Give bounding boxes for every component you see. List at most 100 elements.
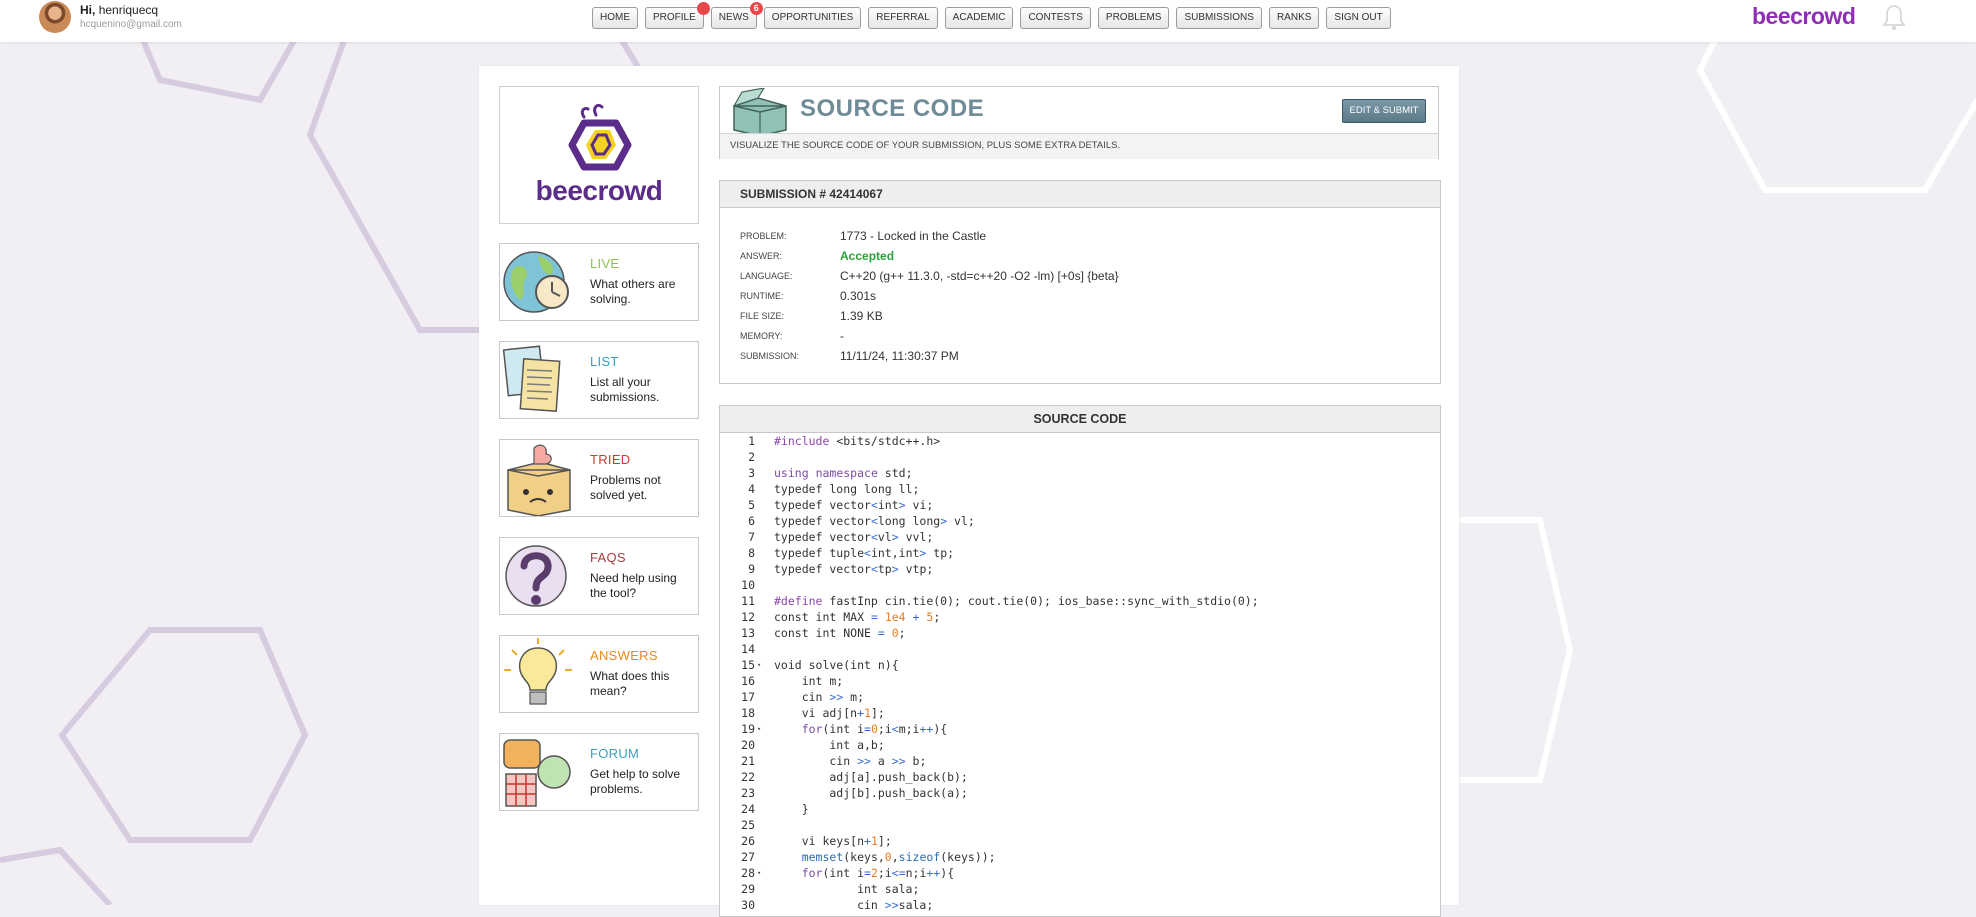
line-code: typedef long long ll; <box>774 482 920 496</box>
line-number: 27 <box>741 850 755 864</box>
user-greeting: Hi, henriquecq <box>80 3 158 17</box>
fold-arrow-icon[interactable]: ▾ <box>757 657 761 673</box>
line-code: #define fastInp cin.tie(0); cout.tie(0);… <box>774 594 1259 608</box>
nav-submissions-label: SUBMISSIONS <box>1184 12 1254 23</box>
sidebar-item-desc: What others are solving. <box>590 277 676 306</box>
detail-label: SUBMISSION: <box>740 351 800 361</box>
nav-home-button[interactable]: HOME <box>592 7 638 29</box>
sidebar-item-tried[interactable]: TRIED Problems not solved yet. <box>499 439 699 517</box>
detail-runtime: RUNTIME: 0.301s <box>740 286 1430 306</box>
code-line: 15 ▾ void solve(int n){ <box>720 657 1440 673</box>
sidebar-item-title: ANSWERS <box>590 648 658 663</box>
line-number: 20 <box>741 738 755 752</box>
fold-arrow-icon[interactable]: ▾ <box>757 865 761 881</box>
nav-profile-button[interactable]: PROFILE <box>645 2 710 29</box>
line-number: 30 <box>741 898 755 912</box>
nav-ranks-button[interactable]: RANKS <box>1268 7 1320 29</box>
line-code: cin >>sala; <box>774 898 934 912</box>
line-number: 11 <box>741 594 755 608</box>
line-code: const int NONE = 0; <box>774 626 906 640</box>
code-line: 3 using namespace std; <box>720 465 1440 481</box>
nav-signout-button[interactable]: SIGN OUT <box>1326 7 1391 29</box>
sidebar-item-answers[interactable]: ANSWERS What does this mean? <box>499 635 699 713</box>
line-number: 16 <box>741 674 755 688</box>
bell-icon[interactable] <box>1879 2 1909 32</box>
sidebar-item-title: TRIED <box>590 452 631 467</box>
code-box-icon <box>732 88 787 136</box>
detail-submission-time: SUBMISSION: 11/11/24, 11:30:37 PM <box>740 346 1430 366</box>
code-line: 14 <box>720 641 1440 657</box>
sidebar-item-title: FORUM <box>590 746 640 761</box>
line-number: 9 <box>748 562 755 576</box>
globe-clock-icon <box>503 251 569 313</box>
detail-label: MEMORY: <box>740 331 783 341</box>
code-line: 4 typedef long long ll; <box>720 481 1440 497</box>
line-code: cin >> a >> b; <box>774 754 927 768</box>
line-number: 19 <box>741 722 755 736</box>
line-number: 12 <box>741 610 755 624</box>
source-code-header: SOURCE CODE EDIT & SUBMIT VISUALIZE THE … <box>719 86 1439 159</box>
line-code: typedef vector<vl> vvl; <box>774 530 934 544</box>
code-line: 17 cin >> m; <box>720 689 1440 705</box>
sidebar-item-list[interactable]: LIST List all your submissions. <box>499 341 699 419</box>
top-bar: Hi, henriquecq hcquenino@gmail.com HOME … <box>0 0 1976 42</box>
detail-problem: PROBLEM: 1773 - Locked in the Castle <box>740 226 1430 246</box>
code-line: 8 typedef tuple<int,int> tp; <box>720 545 1440 561</box>
line-code: cin >> m; <box>774 690 865 704</box>
sidebar-item-desc: Need help using the tool? <box>590 571 677 600</box>
papers-icon <box>502 345 561 412</box>
detail-label: ANSWER: <box>740 251 783 261</box>
code-editor[interactable]: 1 #include <bits/stdc++.h> 2 3 using namespa… <box>720 433 1440 913</box>
nav-referral-button[interactable]: REFERRAL <box>868 7 938 29</box>
detail-language: LANGUAGE: C++20 (g++ 11.3.0, -std=c++20 … <box>740 266 1430 286</box>
nav-ranks-label: RANKS <box>1276 12 1312 23</box>
answer-status: Accepted <box>840 249 895 263</box>
code-line: 21 cin >> a >> b; <box>720 753 1440 769</box>
nav-problems-button[interactable]: PROBLEMS <box>1097 7 1170 29</box>
line-number: 3 <box>748 466 755 480</box>
avatar[interactable] <box>39 1 71 33</box>
code-line: 28 ▾ for(int i=2;i<=n;i++){ <box>720 865 1440 881</box>
line-code: void solve(int n){ <box>774 658 899 672</box>
nav-submissions-button[interactable]: SUBMISSIONS <box>1176 7 1262 29</box>
line-code: typedef vector<long long> vl; <box>774 514 975 528</box>
main-nav: HOME PROFILE NEWS 6 OPPORTUNITIES REFERRA… <box>592 2 1391 29</box>
code-line: 9 typedef vector<tp> vtp; <box>720 561 1440 577</box>
sidebar-item-faqs[interactable]: FAQS Need help using the tool? <box>499 537 699 615</box>
nav-opportunities-button[interactable]: OPPORTUNITIES <box>763 7 862 29</box>
edit-submit-button[interactable]: EDIT & SUBMIT <box>1342 99 1426 123</box>
code-line: 12 const int MAX = 1e4 + 5; <box>720 609 1440 625</box>
detail-label: PROBLEM: <box>740 231 787 241</box>
code-line: 6 typedef vector<long long> vl; <box>720 513 1440 529</box>
code-line: 16 int m; <box>720 673 1440 689</box>
code-line: 18 vi adj[n+1]; <box>720 705 1440 721</box>
source-code-heading: SOURCE CODE <box>720 406 1440 433</box>
nav-contests-button[interactable]: CONTESTS <box>1020 7 1091 29</box>
nav-news-button[interactable]: NEWS 6 <box>710 2 763 29</box>
line-number: 28 <box>741 866 755 880</box>
line-number: 17 <box>741 690 755 704</box>
lightbulb-icon <box>504 638 572 705</box>
sidebar-item-live[interactable]: LIVE What others are solving. <box>499 243 699 321</box>
nav-home-label: HOME <box>600 12 630 23</box>
sidebar-item-forum[interactable]: FORUM Get help to solve problems. <box>499 733 699 811</box>
line-number: 13 <box>741 626 755 640</box>
brand-logo[interactable]: beecrowd <box>1752 3 1856 30</box>
code-line: 2 <box>720 449 1440 465</box>
fold-arrow-icon[interactable]: ▾ <box>757 721 761 737</box>
line-number: 8 <box>748 546 755 560</box>
code-line: 19 ▾ for(int i=0;i<m;i++){ <box>720 721 1440 737</box>
line-code: const int MAX = 1e4 + 5; <box>774 610 941 624</box>
line-code: #include <bits/stdc++.h> <box>774 434 941 448</box>
source-code-panel: SOURCE CODE 1 #include <bits/stdc++.h> 2 3 u… <box>719 405 1441 917</box>
nav-academic-button[interactable]: ACADEMIC <box>944 7 1014 29</box>
line-number: 24 <box>741 802 755 816</box>
code-line: 30 cin >>sala; <box>720 897 1440 913</box>
code-line: 22 adj[a].push_back(b); <box>720 769 1440 785</box>
sidebar-logo-box: beecrowd <box>499 86 699 224</box>
user-email: hcquenino@gmail.com <box>80 19 182 30</box>
code-line: 11 #define fastInp cin.tie(0); cout.tie(0… <box>720 593 1440 609</box>
detail-value: 1.39 KB <box>840 309 883 323</box>
line-number: 6 <box>748 514 755 528</box>
detail-label: RUNTIME: <box>740 291 784 301</box>
